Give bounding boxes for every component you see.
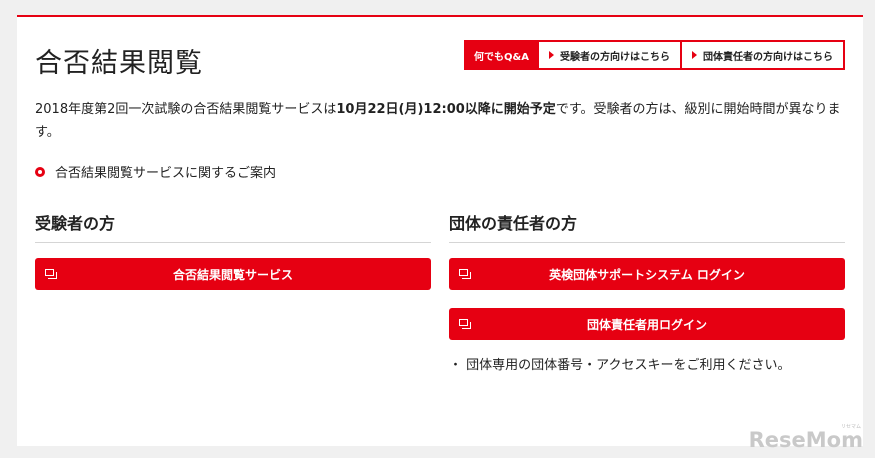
- notice-text: 2018年度第2回一次試験の合否結果閲覧サービスは10月22日(月)12:00以…: [35, 98, 845, 144]
- results-panel: 合否結果閲覧 何でもQ&A 受験者の方向けはこちら 団体責任者の方向けはこちら …: [17, 15, 863, 446]
- page-title: 合否結果閲覧: [35, 48, 203, 79]
- group-heading: 団体の責任者の方: [449, 210, 845, 243]
- guide-link[interactable]: 合否結果閲覧サービスに関するご案内: [35, 162, 276, 181]
- new-window-icon: [459, 319, 471, 329]
- triangle-right-icon: [692, 51, 697, 59]
- header-tabs: 何でもQ&A 受験者の方向けはこちら 団体責任者の方向けはこちら: [464, 40, 845, 70]
- examinee-heading: 受験者の方: [35, 210, 431, 243]
- group-support-login-button[interactable]: 英検団体サポートシステム ログイン: [449, 258, 845, 290]
- group-section: 団体の責任者の方 英検団体サポートシステム ログイン 団体責任者用ログイン ・ …: [449, 210, 845, 373]
- tab-examinee-label: 受験者の方向けはこちら: [560, 51, 670, 63]
- notice-bold: 10月22日(月)12:00以降に開始予定: [336, 102, 556, 117]
- tab-group-label: 団体責任者の方向けはこちら: [703, 51, 833, 63]
- notice-part1: 2018年度第2回一次試験の合否結果閲覧サービスは: [35, 102, 337, 117]
- group-support-login-label: 英検団体サポートシステム ログイン: [549, 267, 745, 282]
- group-note: ・ 団体専用の団体番号・アクセスキーをご利用ください。: [449, 358, 791, 373]
- examinee-section: 受験者の方 合否結果閲覧サービス: [35, 210, 431, 290]
- triangle-right-icon: [549, 51, 554, 59]
- tab-group[interactable]: 団体責任者の方向けはこちら: [682, 42, 843, 68]
- results-service-button[interactable]: 合否結果閲覧サービス: [35, 258, 431, 290]
- circle-bullet-icon: [35, 166, 45, 177]
- tab-qa[interactable]: 何でもQ&A: [466, 42, 537, 68]
- group-leader-login-label: 団体責任者用ログイン: [586, 317, 707, 332]
- resemom-logo: ReseMom リセマム: [748, 424, 863, 452]
- results-service-label: 合否結果閲覧サービス: [172, 267, 293, 282]
- new-window-icon: [45, 269, 57, 279]
- group-leader-login-button[interactable]: 団体責任者用ログイン: [449, 308, 845, 340]
- guide-link-label: 合否結果閲覧サービスに関するご案内: [55, 166, 277, 181]
- logo-small-text: リセマム: [840, 424, 861, 430]
- tab-examinee[interactable]: 受験者の方向けはこちら: [539, 42, 680, 68]
- logo-text: ReseMom: [748, 428, 863, 452]
- new-window-icon: [459, 269, 471, 279]
